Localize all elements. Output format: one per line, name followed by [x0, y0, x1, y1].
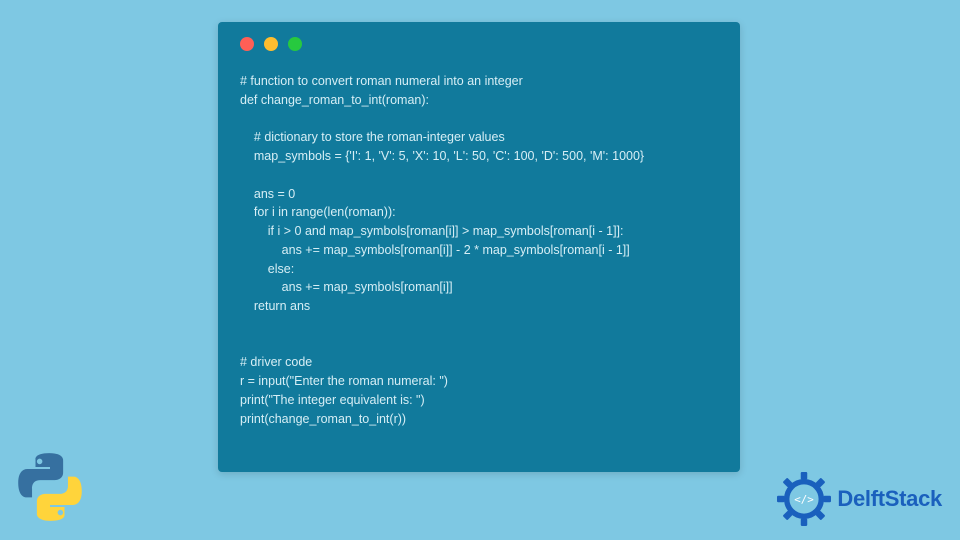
delftstack-badge: </> DelftStack [777, 472, 942, 526]
python-logo-icon [12, 449, 88, 530]
delftstack-label: DelftStack [837, 486, 942, 512]
delftstack-gear-icon: </> [777, 472, 831, 526]
close-dot-icon [240, 37, 254, 51]
window-titlebar [218, 22, 740, 66]
code-content: # function to convert roman numeral into… [218, 66, 740, 448]
svg-text:</>: </> [795, 493, 815, 506]
minimize-dot-icon [264, 37, 278, 51]
maximize-dot-icon [288, 37, 302, 51]
code-window: # function to convert roman numeral into… [218, 22, 740, 472]
